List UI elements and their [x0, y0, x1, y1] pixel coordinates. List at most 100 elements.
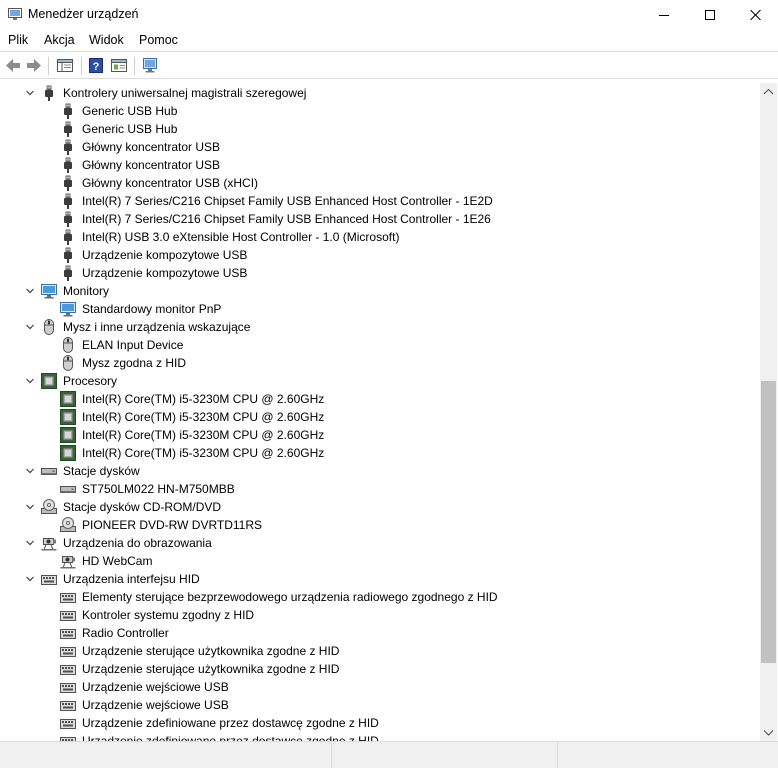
device-tree: Kontrolery uniwersalnej magistrali szere… [0, 83, 760, 741]
camera-device-icon [41, 538, 57, 551]
help-icon[interactable]: ? [88, 57, 106, 74]
hid-device-icon [60, 647, 76, 657]
device-node[interactable]: Intel(R) USB 3.0 eXtensible Host Control… [0, 228, 740, 246]
category-node[interactable]: Mysz i inne urządzenia wskazujące [0, 318, 740, 336]
menu-widok[interactable]: Widok [89, 33, 124, 47]
device-node[interactable]: ELAN Input Device [0, 336, 740, 354]
scan-hardware-icon[interactable] [141, 57, 159, 74]
category-node[interactable]: Procesory [0, 372, 740, 390]
device-node[interactable]: Główny koncentrator USB (xHCI) [0, 174, 740, 192]
tree-node-label: Urządzenie kompozytowe USB [82, 248, 248, 262]
chevron-down-icon[interactable] [25, 574, 35, 584]
scroll-up-button[interactable] [760, 83, 777, 100]
device-node[interactable]: Standardowy monitor PnP [0, 300, 740, 318]
show-hide-console-tree-icon[interactable] [56, 57, 74, 74]
tree-node-label: Mysz zgodna z HID [82, 356, 187, 370]
device-node[interactable]: Kontroler systemu zgodny z HID [0, 606, 740, 624]
device-node[interactable]: ST750LM022 HN-M750MBB [0, 480, 740, 498]
device-node[interactable]: Intel(R) 7 Series/C216 Chipset Family US… [0, 210, 740, 228]
mouse-device-icon [63, 355, 73, 371]
usb-device-icon [64, 193, 72, 209]
disk-device-icon [60, 486, 76, 493]
device-node[interactable]: Urządzenie sterujące użytkownika zgodne … [0, 642, 740, 660]
chevron-down-icon[interactable] [25, 502, 35, 512]
title-bar: Menedżer urządzeń [0, 0, 778, 30]
chevron-down-icon[interactable] [25, 88, 35, 98]
device-node[interactable]: Urządzenie wejściowe USB [0, 696, 740, 714]
vertical-scrollbar[interactable] [760, 83, 777, 741]
mouse-device-icon [44, 319, 54, 335]
device-node[interactable]: Urządzenie wejściowe USB [0, 678, 740, 696]
minimize-button[interactable] [641, 0, 687, 30]
hid-device-icon [60, 665, 76, 675]
maximize-button[interactable] [687, 0, 733, 30]
device-node[interactable]: Główny koncentrator USB [0, 138, 740, 156]
device-node[interactable]: Główny koncentrator USB [0, 156, 740, 174]
camera-device-icon [60, 556, 76, 569]
usb-device-icon [64, 103, 72, 119]
device-node[interactable]: Intel(R) 7 Series/C216 Chipset Family US… [0, 192, 740, 210]
device-node[interactable]: Generic USB Hub [0, 120, 740, 138]
svg-text:?: ? [93, 61, 100, 73]
chevron-down-icon[interactable] [25, 466, 35, 476]
cpu-device-icon [41, 373, 57, 389]
device-node[interactable]: Urządzenie kompozytowe USB [0, 264, 740, 282]
device-node[interactable]: Mysz zgodna z HID [0, 354, 740, 372]
chevron-down-icon[interactable] [25, 322, 35, 332]
device-node[interactable]: Intel(R) Core(TM) i5-3230M CPU @ 2.60GHz [0, 444, 740, 462]
hid-device-icon [60, 629, 76, 639]
back-icon[interactable] [4, 57, 22, 74]
chevron-down-icon[interactable] [25, 286, 35, 296]
category-node[interactable]: Urządzenia do obrazowania [0, 534, 740, 552]
category-node[interactable]: Stacje dysków [0, 462, 740, 480]
chevron-down-icon[interactable] [25, 376, 35, 386]
menu-pomoc[interactable]: Pomoc [139, 33, 178, 47]
device-node[interactable]: HD WebCam [0, 552, 740, 570]
usb-device-icon [64, 175, 72, 191]
device-node[interactable]: Radio Controller [0, 624, 740, 642]
device-node[interactable]: Urządzenie zdefiniowane przez dostawcę z… [0, 714, 740, 732]
close-button[interactable] [733, 0, 778, 30]
tree-node-label: Kontroler systemu zgodny z HID [82, 608, 255, 622]
category-node[interactable]: Kontrolery uniwersalnej magistrali szere… [0, 84, 740, 102]
usb-device-icon [64, 265, 72, 281]
category-node[interactable]: Monitory [0, 282, 740, 300]
scroll-thumb[interactable] [761, 381, 776, 663]
tree-node-label: Kontrolery uniwersalnej magistrali szere… [63, 86, 307, 100]
hid-device-icon [60, 737, 76, 741]
device-node[interactable]: Intel(R) Core(TM) i5-3230M CPU @ 2.60GHz [0, 408, 740, 426]
mouse-device-icon [63, 337, 73, 353]
menu-bar: Plik Akcja Widok Pomoc [0, 30, 778, 52]
category-node[interactable]: Stacje dysków CD-ROM/DVD [0, 498, 740, 516]
tree-node-label: Intel(R) Core(TM) i5-3230M CPU @ 2.60GHz [82, 446, 325, 460]
tree-node-label: Intel(R) Core(TM) i5-3230M CPU @ 2.60GHz [82, 428, 325, 442]
device-node[interactable]: Elementy sterujące bezprzewodowego urząd… [0, 588, 740, 606]
device-node[interactable]: PIONEER DVD-RW DVRTD11RS [0, 516, 740, 534]
tree-node-label: ELAN Input Device [82, 338, 184, 352]
device-node[interactable]: Urządzenie kompozytowe USB [0, 246, 740, 264]
scroll-down-button[interactable] [760, 724, 777, 741]
menu-akcja[interactable]: Akcja [44, 33, 75, 47]
maximize-icon [705, 10, 715, 20]
window-title: Menedżer urządzeń [28, 7, 139, 21]
hid-device-icon [60, 683, 76, 693]
cpu-device-icon [60, 409, 76, 425]
scroll-up-icon [764, 88, 773, 94]
forward-icon[interactable] [25, 57, 43, 74]
properties-icon[interactable] [110, 57, 128, 74]
hid-device-icon [60, 611, 76, 621]
device-node[interactable]: Urządzenie sterujące użytkownika zgodne … [0, 660, 740, 678]
device-node[interactable]: Intel(R) Core(TM) i5-3230M CPU @ 2.60GHz [0, 390, 740, 408]
device-node[interactable]: Intel(R) Core(TM) i5-3230M CPU @ 2.60GHz [0, 426, 740, 444]
tree-node-label: Intel(R) USB 3.0 eXtensible Host Control… [82, 230, 400, 244]
tree-node-label: Główny koncentrator USB (xHCI) [82, 176, 259, 190]
chevron-down-icon[interactable] [25, 538, 35, 548]
cdrom-device-icon [41, 499, 57, 514]
toolbar-separator [81, 57, 82, 75]
tree-node-label: Urządzenie sterujące użytkownika zgodne … [82, 662, 340, 676]
menu-plik[interactable]: Plik [8, 33, 28, 47]
category-node[interactable]: Urządzenia interfejsu HID [0, 570, 740, 588]
tree-node-label: Intel(R) Core(TM) i5-3230M CPU @ 2.60GHz [82, 410, 325, 424]
device-node[interactable]: Urządzenie zdefiniowane przez dostawcę z… [0, 732, 740, 741]
device-node[interactable]: Generic USB Hub [0, 102, 740, 120]
